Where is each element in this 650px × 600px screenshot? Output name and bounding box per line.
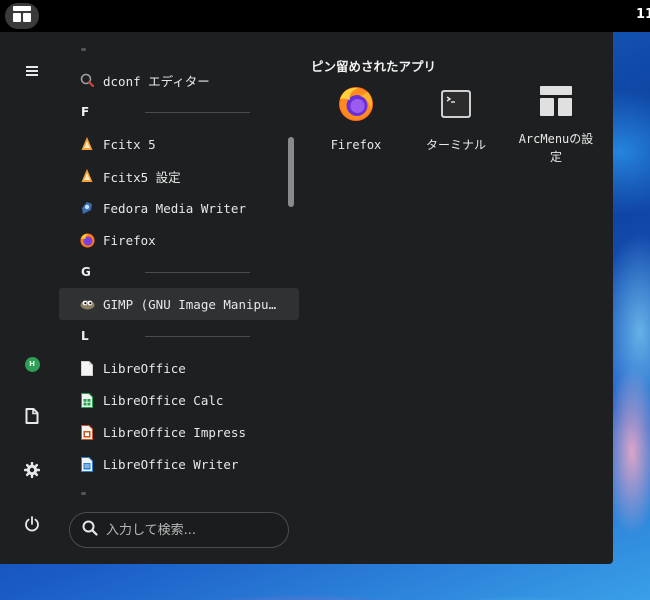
search-box[interactable] — [69, 512, 289, 548]
app-item-libreoffice-impress[interactable]: LibreOffice Impress — [59, 416, 299, 448]
hamburger-menu-button[interactable] — [12, 50, 52, 90]
app-item-libreoffice-writer[interactable]: LibreOffice Writer — [59, 448, 299, 480]
section-header-f: F — [59, 96, 299, 128]
arcmenu-window: H dconf エディター F Fcitx 5 Fcitx5 設定 Fedora… — [0, 32, 613, 564]
list-fade-indicator — [81, 492, 86, 495]
panel-clock[interactable]: 11 — [636, 7, 650, 22]
fcitx-config-icon — [79, 168, 95, 184]
search-input[interactable] — [106, 522, 276, 538]
libreoffice-calc-icon — [79, 392, 95, 408]
pinned-app-arcmenu-settings[interactable]: ArcMenuの設定 — [513, 82, 599, 166]
app-item-dconf-editor[interactable]: dconf エディター — [59, 64, 299, 96]
top-panel: 11 — [0, 0, 650, 32]
dconf-editor-icon — [79, 72, 95, 88]
app-item-fcitx5[interactable]: Fcitx 5 — [59, 128, 299, 160]
arcmenu-button[interactable] — [5, 3, 39, 29]
fedora-media-writer-icon — [79, 200, 95, 216]
section-header-g: G — [59, 256, 299, 288]
app-item-firefox[interactable]: Firefox — [59, 224, 299, 256]
arcmenu-icon — [13, 6, 31, 26]
power-icon — [24, 516, 40, 536]
libreoffice-icon — [79, 360, 95, 376]
app-item-libreoffice[interactable]: LibreOffice — [59, 352, 299, 384]
settings-button[interactable] — [12, 452, 52, 492]
firefox-icon — [336, 84, 376, 124]
pinned-app-terminal[interactable]: ターミナル — [413, 82, 499, 166]
section-header-l: L — [59, 320, 299, 352]
user-avatar: H — [24, 356, 40, 372]
section-divider — [145, 112, 250, 113]
fcitx-icon — [79, 136, 95, 152]
gear-icon — [24, 462, 40, 482]
power-button[interactable] — [12, 506, 52, 546]
documents-button[interactable] — [12, 398, 52, 438]
app-item-fedora-media-writer[interactable]: Fedora Media Writer — [59, 192, 299, 224]
arcmenu-settings-icon — [536, 84, 576, 118]
libreoffice-impress-icon — [79, 424, 95, 440]
pinned-apps-title: ピン留めされたアプリ — [311, 59, 437, 74]
libreoffice-writer-icon — [79, 456, 95, 472]
menu-sidebar: H — [0, 32, 64, 564]
app-item-fcitx5-config[interactable]: Fcitx5 設定 — [59, 160, 299, 192]
document-icon — [25, 408, 39, 428]
app-item-gimp[interactable]: GIMP (GNU Image Manipu… — [59, 288, 299, 320]
app-item-libreoffice-calc[interactable]: LibreOffice Calc — [59, 384, 299, 416]
search-icon — [82, 520, 98, 540]
section-divider — [145, 336, 250, 337]
user-avatar-button[interactable]: H — [12, 344, 52, 384]
app-list-scrollbar[interactable] — [288, 137, 294, 207]
firefox-icon — [79, 232, 95, 248]
pinned-app-firefox[interactable]: Firefox — [313, 82, 399, 166]
app-list[interactable]: dconf エディター F Fcitx 5 Fcitx5 設定 Fedora M… — [59, 32, 299, 500]
hamburger-menu-icon — [26, 61, 38, 80]
section-divider — [145, 272, 250, 273]
terminal-icon — [436, 84, 476, 124]
gimp-icon — [79, 296, 95, 312]
list-fade-indicator — [81, 48, 86, 51]
